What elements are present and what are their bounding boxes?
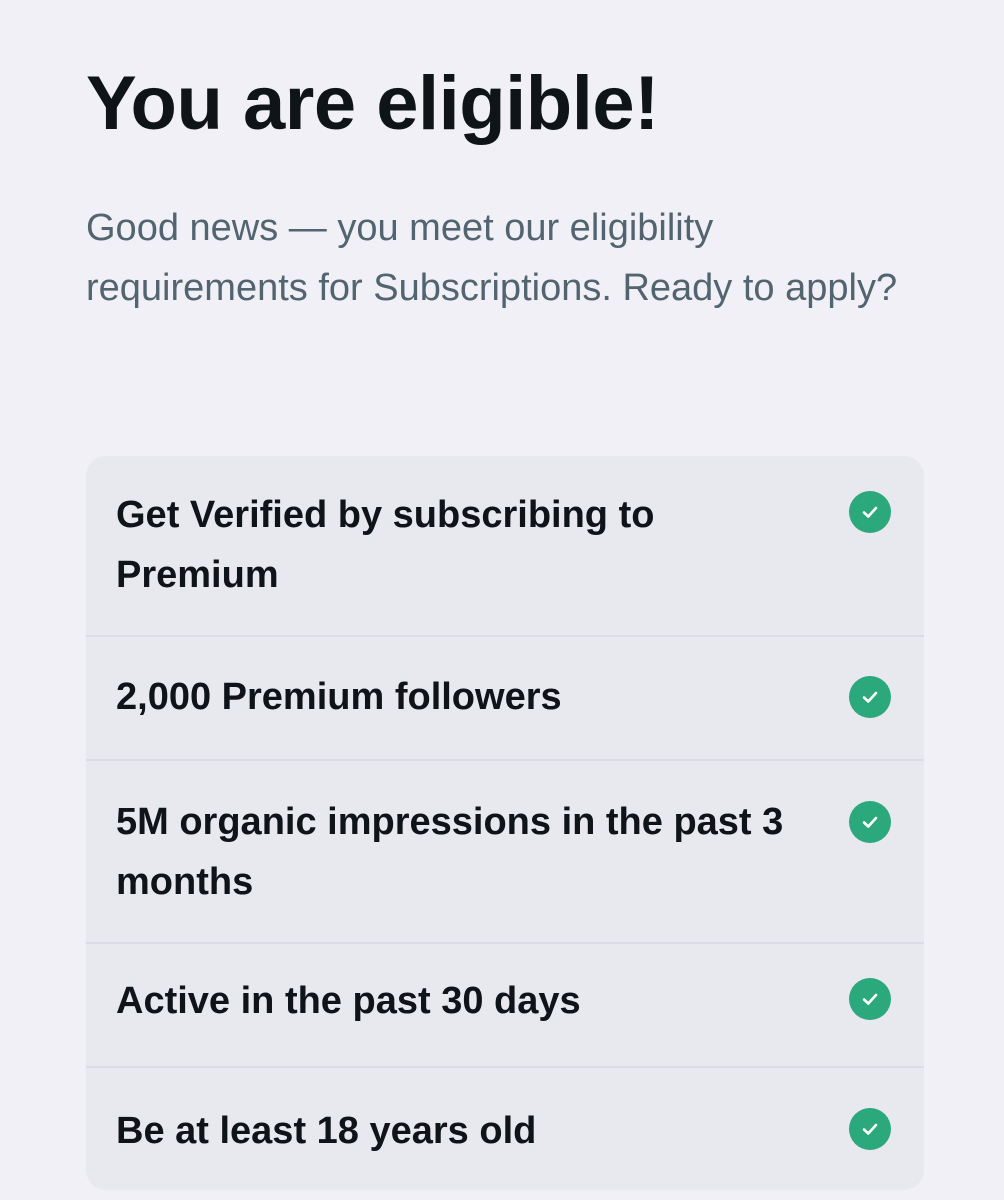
page-title: You are eligible! xyxy=(86,61,659,146)
requirement-label: Be at least 18 years old xyxy=(116,1110,537,1152)
requirement-label: 5M organic impressions in the past 3 mon… xyxy=(116,801,784,903)
requirement-row-active: Active in the past 30 days xyxy=(86,944,924,1068)
requirement-row-age: Be at least 18 years old xyxy=(86,1068,924,1190)
check-circle-icon xyxy=(849,978,891,1020)
requirement-row-premium: Get Verified by subscribing to Premium xyxy=(86,456,924,637)
requirement-row-followers: 2,000 Premium followers xyxy=(86,637,924,761)
requirements-card: Get Verified by subscribing to Premium 2… xyxy=(86,456,924,1190)
requirement-label: Get Verified by subscribing to Premium xyxy=(116,494,655,596)
check-circle-icon xyxy=(849,1108,891,1150)
page-subtitle: Good news — you meet our eligibility req… xyxy=(86,207,898,309)
check-circle-icon xyxy=(849,491,891,533)
requirement-label: 2,000 Premium followers xyxy=(116,676,562,718)
requirement-label: Active in the past 30 days xyxy=(116,980,581,1022)
check-circle-icon xyxy=(849,801,891,843)
requirement-row-impressions: 5M organic impressions in the past 3 mon… xyxy=(86,761,924,944)
check-circle-icon xyxy=(849,676,891,718)
